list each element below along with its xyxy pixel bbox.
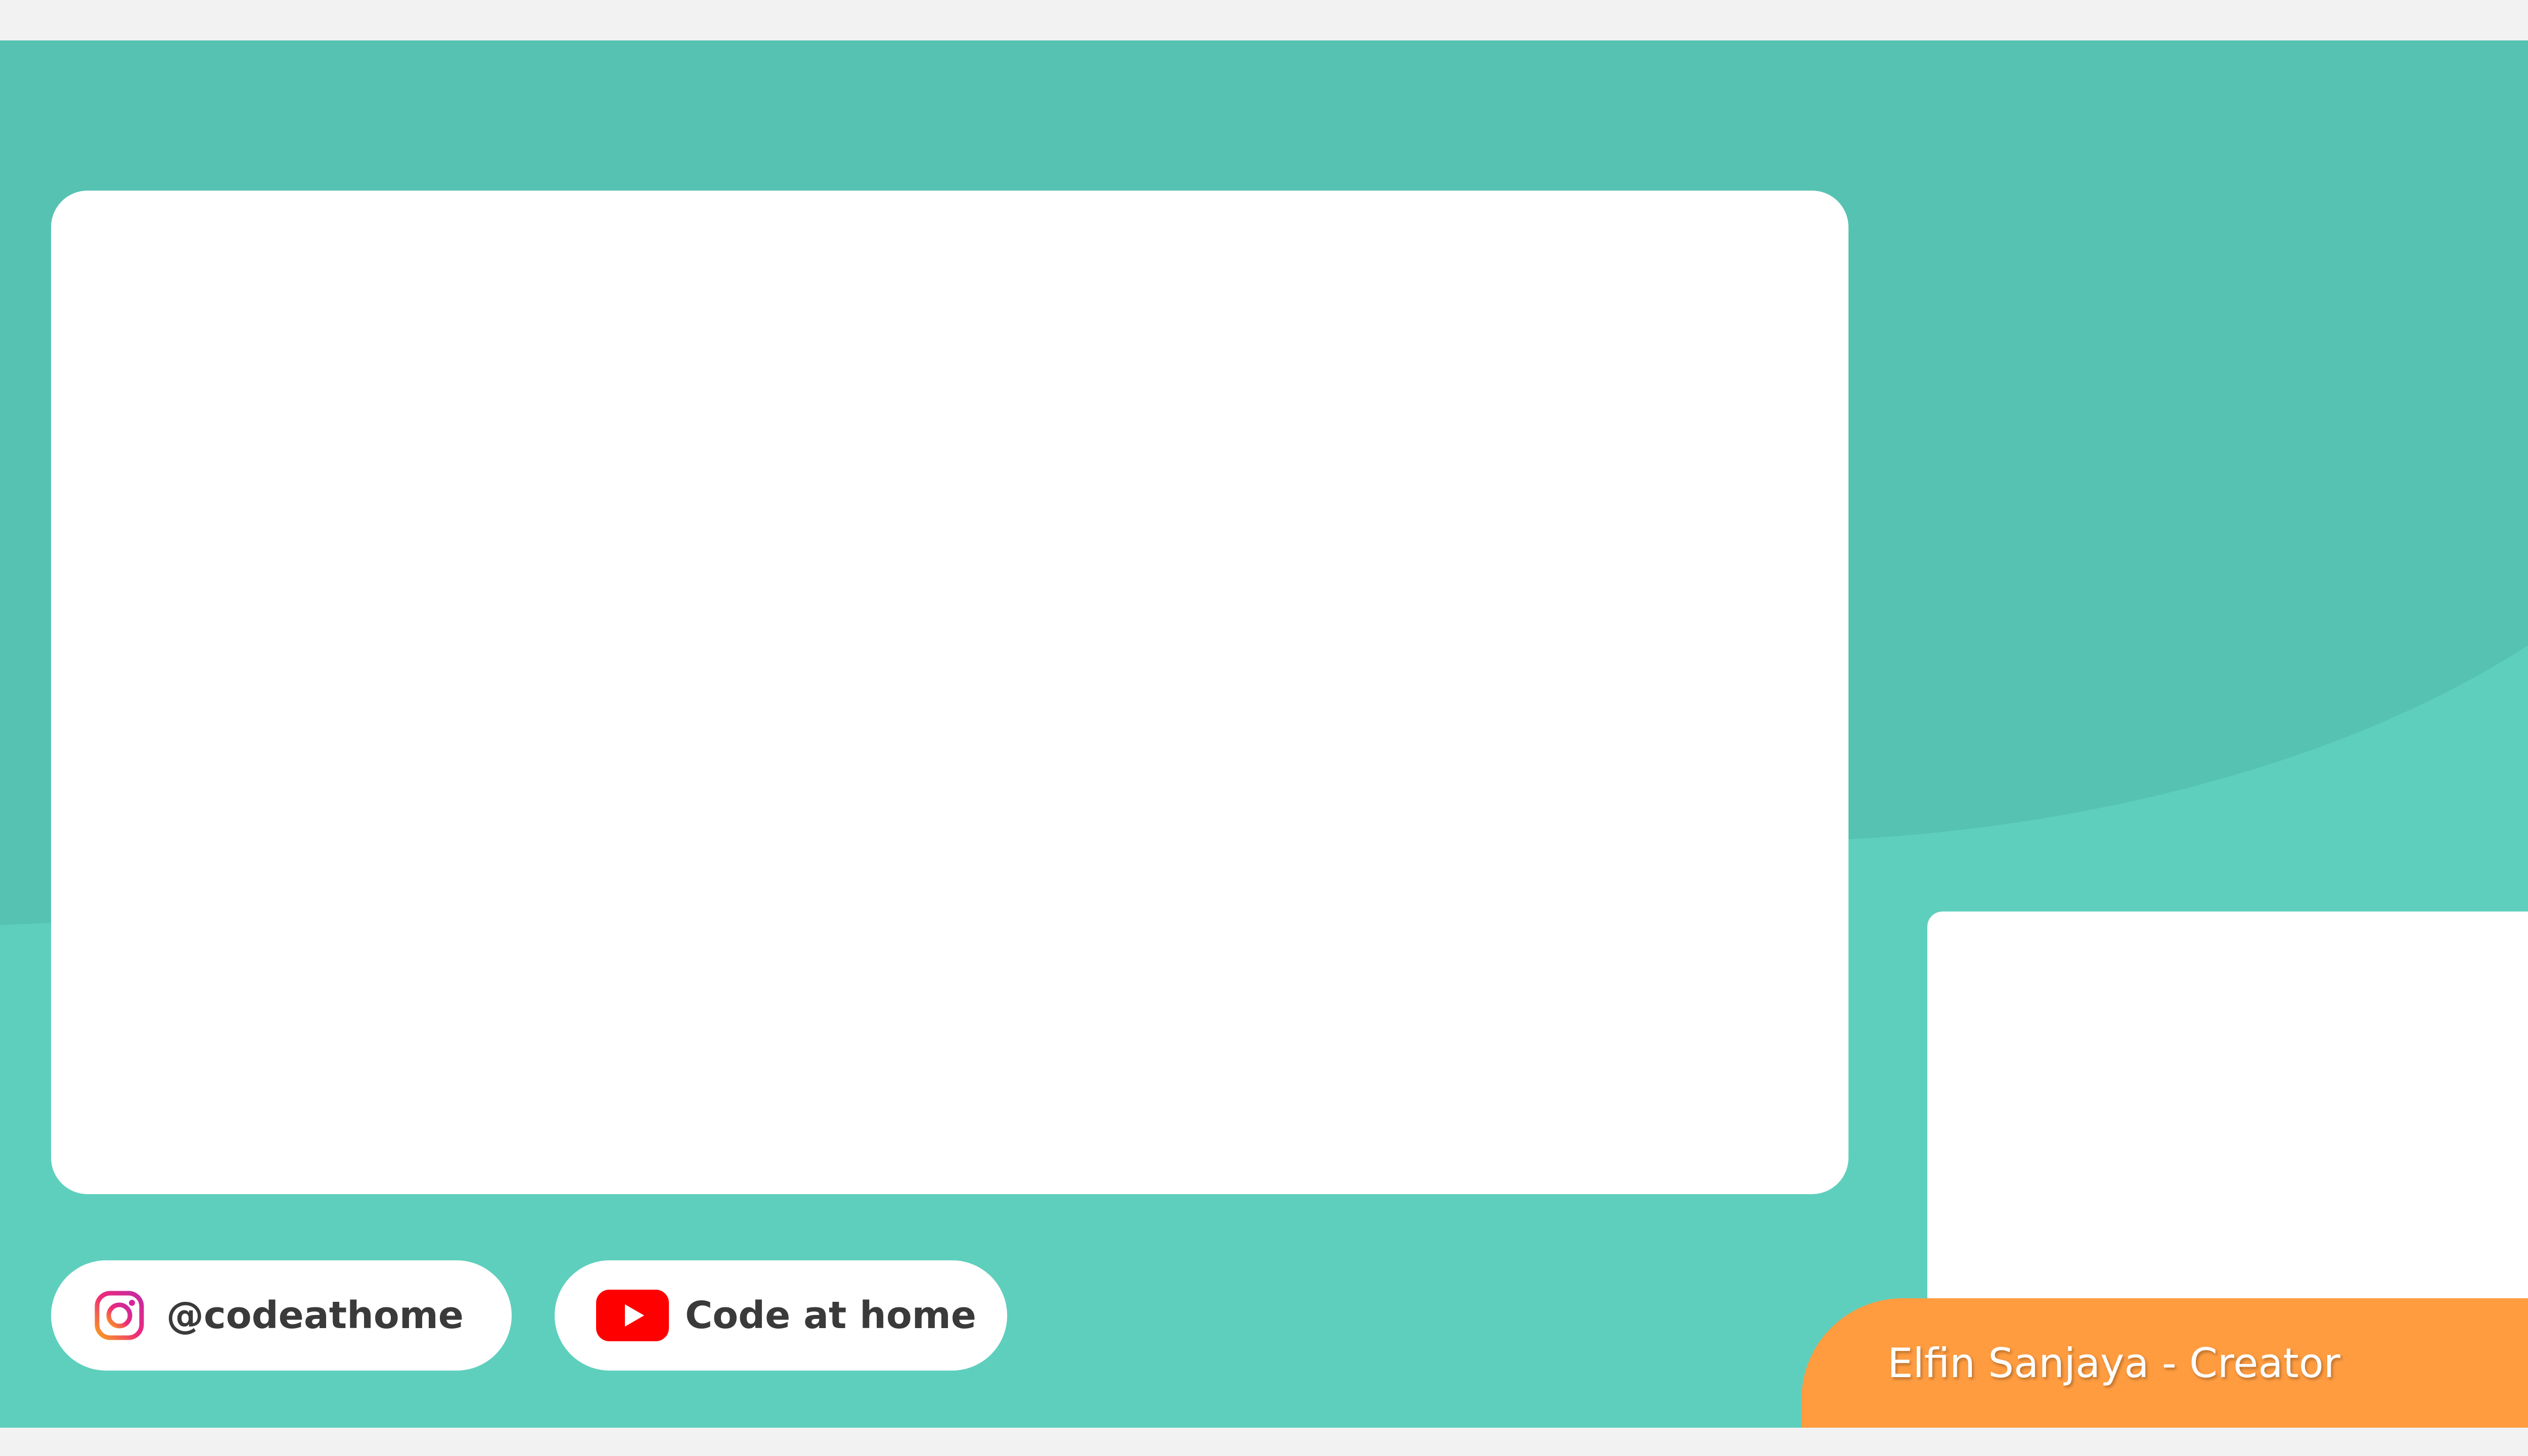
instagram-badge[interactable]: @codeathome — [51, 1260, 512, 1371]
youtube-channel-name: Code at home — [685, 1294, 976, 1337]
instagram-icon — [95, 1291, 144, 1340]
youtube-icon — [596, 1290, 669, 1341]
instagram-handle: @codeathome — [166, 1294, 464, 1337]
main-screen-area — [51, 191, 1848, 1194]
creator-name-tag: Elfin Sanjaya - Creator — [1801, 1298, 2528, 1428]
youtube-badge[interactable]: Code at home — [555, 1260, 1007, 1371]
creator-name-label: Elfin Sanjaya - Creator — [1887, 1339, 2340, 1387]
stream-overlay: @codeathome Code at home Elfin Sanjaya -… — [0, 40, 2528, 1428]
